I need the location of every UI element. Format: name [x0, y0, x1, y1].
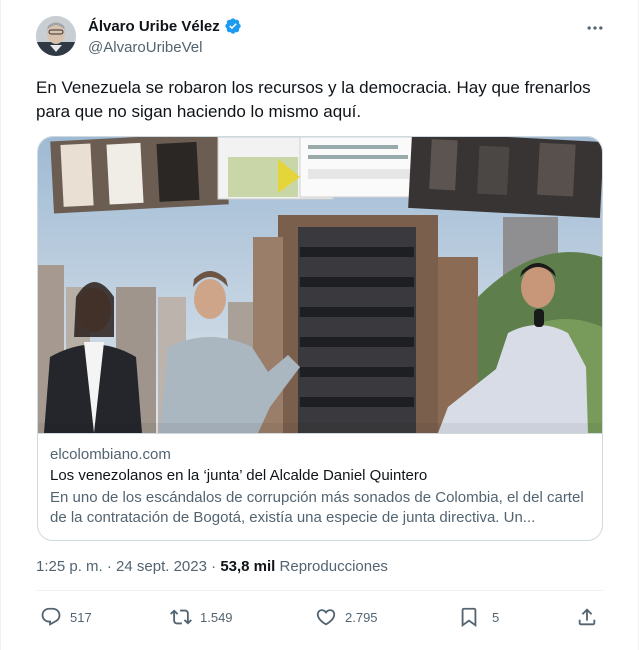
like-count: 2.795: [345, 609, 378, 625]
author-display-name[interactable]: Álvaro Uribe Vélez: [88, 18, 220, 35]
article-photo-collage: [38, 137, 602, 433]
meta-separator: ·: [106, 558, 112, 575]
author-name-row[interactable]: Álvaro Uribe Vélez: [88, 17, 242, 35]
reply-icon: [41, 607, 61, 626]
share-icon: [578, 608, 596, 626]
like-button[interactable]: 2.795: [315, 606, 378, 628]
author-handle[interactable]: @AlvaroUribeVel: [88, 39, 202, 56]
tweet-meta: 1:25 p. m. · 24 sept. 2023 · 53,8 mil Re…: [36, 558, 388, 575]
tweet-time[interactable]: 1:25 p. m.: [36, 558, 103, 575]
left-border: [0, 0, 1, 650]
bookmark-count: 5: [492, 609, 500, 625]
card-title[interactable]: Los venezolanos en la ‘junta’ del Alcald…: [50, 467, 427, 484]
link-preview-image[interactable]: [38, 137, 602, 433]
card-domain: elcolombiano.com: [50, 446, 171, 463]
bookmark-button[interactable]: 5: [458, 606, 499, 628]
ellipsis-icon: [587, 26, 603, 30]
more-options-button[interactable]: [583, 18, 607, 38]
verified-badge-icon: [225, 18, 241, 34]
card-divider: [38, 433, 602, 434]
card-description: En uno de los escándalos de corrupción m…: [50, 489, 584, 526]
heart-icon: [316, 609, 336, 626]
reply-count: 517: [70, 609, 92, 625]
meta-separator-2: ·: [211, 558, 217, 575]
views-count: 53,8 mil: [220, 558, 276, 575]
tweet-date[interactable]: 24 sept. 2023: [116, 558, 207, 575]
share-button[interactable]: [576, 606, 598, 628]
tweet-page: Álvaro Uribe Vélez @AlvaroUribeVel En Ve…: [0, 0, 639, 650]
avatar-portrait-image: [36, 16, 76, 56]
retweet-icon: [170, 609, 192, 625]
bookmark-icon: [461, 607, 477, 628]
reply-button[interactable]: 517: [40, 606, 92, 628]
retweet-count: 1.549: [200, 609, 233, 625]
author-avatar[interactable]: [36, 16, 76, 56]
tweet-text: En Venezuela se robaron los recursos y l…: [36, 78, 591, 121]
link-preview-card[interactable]: elcolombiano.com Los venezolanos en la ‘…: [37, 136, 603, 541]
views-label: Reproducciones: [279, 558, 388, 575]
meta-divider: [36, 590, 603, 591]
retweet-button[interactable]: 1.549: [170, 606, 233, 628]
